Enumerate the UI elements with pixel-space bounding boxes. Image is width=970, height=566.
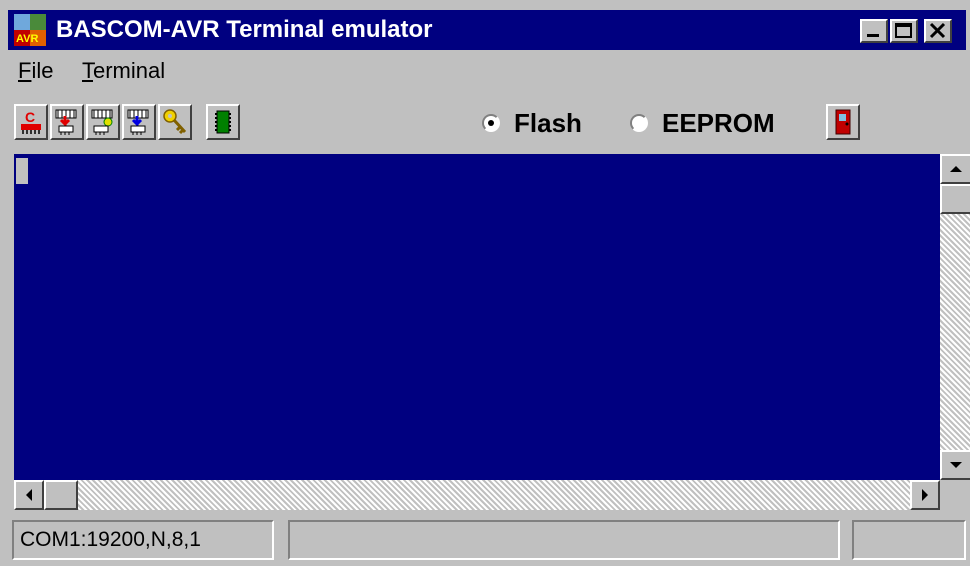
exit-door-icon	[835, 109, 851, 135]
scroll-down-button[interactable]	[940, 450, 970, 480]
clear-chip-button[interactable]: C	[14, 104, 48, 140]
scroll-up-button[interactable]	[940, 154, 970, 184]
memory-icon	[215, 110, 231, 134]
write-chip-button[interactable]	[50, 104, 84, 140]
arrow-up-icon	[950, 166, 962, 172]
exit-button[interactable]	[826, 104, 860, 140]
key-icon	[163, 109, 187, 135]
arrow-down-icon	[950, 462, 962, 468]
memory-button[interactable]	[206, 104, 240, 140]
toolbar: C Flash EEPROM	[8, 92, 966, 152]
close-button[interactable]	[924, 19, 952, 43]
close-icon	[929, 22, 946, 39]
horizontal-scrollbar[interactable]	[14, 480, 940, 510]
maximize-button[interactable]	[890, 19, 918, 43]
svg-text:C: C	[25, 109, 35, 125]
radio-eeprom-indicator	[630, 114, 648, 132]
terminal-output[interactable]	[14, 154, 940, 480]
arrow-left-icon	[26, 489, 32, 501]
horizontal-scroll-thumb[interactable]	[44, 480, 78, 510]
svg-text:AVR: AVR	[16, 33, 38, 45]
program-chip-button[interactable]	[122, 104, 156, 140]
arrow-right-icon	[922, 489, 928, 501]
chip-clear-icon: C	[21, 109, 41, 134]
vertical-scroll-thumb[interactable]	[940, 184, 970, 214]
chip-write-icon	[55, 109, 77, 135]
bascom-avr-logo-icon: AVR	[14, 14, 46, 46]
radio-flash-indicator	[482, 114, 500, 132]
status-right-pane	[852, 520, 966, 560]
scroll-right-button[interactable]	[910, 480, 940, 510]
scrollbar-corner	[940, 480, 970, 510]
chip-program-icon	[127, 109, 149, 135]
minimize-icon	[867, 34, 879, 37]
lock-bits-button[interactable]	[158, 104, 192, 140]
status-middle-pane	[288, 520, 840, 560]
status-port-settings: COM1:19200,N,8,1	[12, 520, 274, 560]
terminal-window: AVR BASCOM-AVR Terminal emulator File Te…	[0, 0, 970, 566]
maximize-icon	[895, 23, 912, 38]
status-bar: COM1:19200,N,8,1	[8, 514, 966, 564]
vertical-scrollbar[interactable]	[940, 154, 970, 480]
read-chip-button[interactable]	[86, 104, 120, 140]
chip-read-icon	[91, 109, 113, 135]
title-bar[interactable]: AVR BASCOM-AVR Terminal emulator	[8, 10, 966, 50]
radio-eeprom-label: EEPROM	[662, 108, 775, 138]
menu-terminal[interactable]: Terminal	[82, 58, 165, 84]
menu-bar: File Terminal	[8, 52, 966, 88]
scroll-left-button[interactable]	[14, 480, 44, 510]
radio-flash-label: Flash	[514, 108, 582, 138]
text-cursor	[16, 158, 28, 184]
window-title: BASCOM-AVR Terminal emulator	[56, 16, 433, 43]
minimize-button[interactable]	[860, 19, 888, 43]
menu-file[interactable]: File	[18, 58, 53, 84]
terminal-panel	[8, 150, 970, 510]
